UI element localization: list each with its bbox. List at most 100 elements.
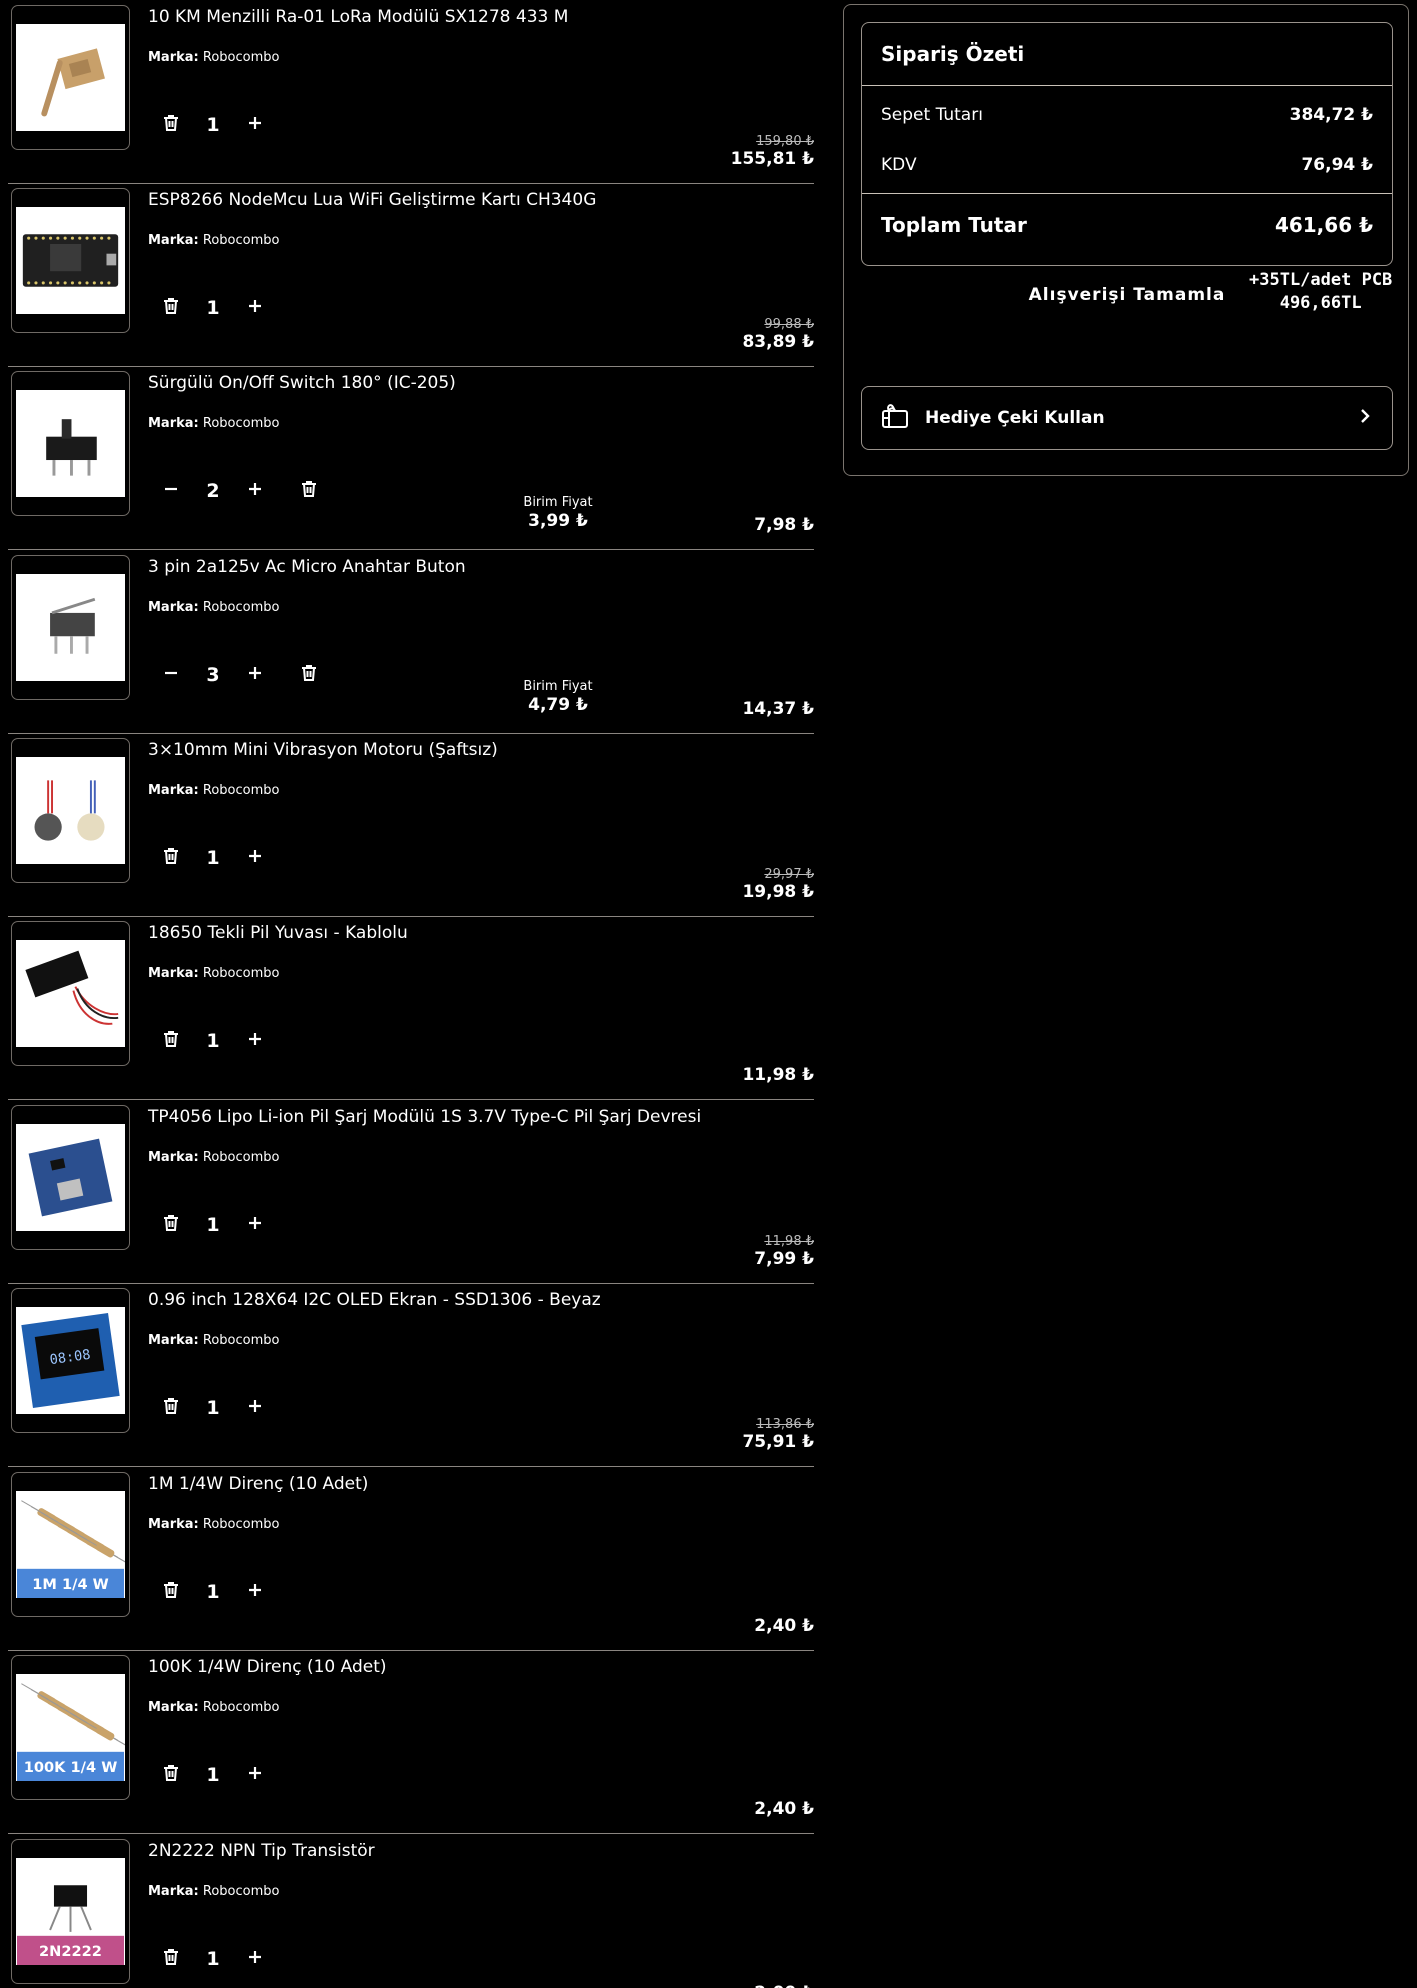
product-brand: Marka: Robocombo [148,1150,279,1165]
delete-item-button[interactable] [158,1212,184,1238]
product-thumbnail[interactable] [11,188,130,333]
brand-label: Marka: [148,233,199,248]
brand-label: Marka: [148,1700,199,1715]
product-thumbnail[interactable] [11,1105,130,1250]
increase-qty-button[interactable] [242,662,268,688]
cart-item: 3×10mm Mini Vibrasyon Motoru (Şaftsız) Ma… [8,733,814,917]
product-thumbnail[interactable]: 2N2222 [11,1839,130,1984]
delete-item-button[interactable] [158,1028,184,1054]
product-brand: Marka: Robocombo [148,1700,279,1715]
product-title[interactable]: 10 KM Menzilli Ra-01 LoRa Modülü SX1278 … [148,7,568,27]
increase-qty-button[interactable] [242,1762,268,1788]
product-title[interactable]: 0.96 inch 128X64 I2C OLED Ekran - SSD130… [148,1290,601,1310]
chevron-right-icon [1356,407,1374,429]
delete-item-button[interactable] [296,478,322,504]
product-title[interactable]: 100K 1/4W Direnç (10 Adet) [148,1657,387,1677]
product-thumbnail[interactable] [11,921,130,1066]
product-title[interactable]: 3×10mm Mini Vibrasyon Motoru (Şaftsız) [148,740,498,760]
product-title[interactable]: ESP8266 NodeMcu Lua WiFi Geliştirme Kart… [148,190,596,210]
nodemcu-board-image [16,207,125,314]
charger-module-image [16,1124,125,1231]
increase-qty-button[interactable] [242,1212,268,1238]
product-thumbnail[interactable] [11,738,130,883]
brand-value: Robocombo [202,1333,280,1348]
product-thumbnail[interactable] [11,5,130,150]
delete-item-button[interactable] [158,1762,184,1788]
product-title[interactable]: 1M 1/4W Direnç (10 Adet) [148,1474,368,1494]
delete-item-button[interactable] [158,1579,184,1605]
brand-label: Marka: [148,1884,199,1899]
trash-icon [160,1212,182,1238]
gift-voucher-button[interactable]: Hediye Çeki Kullan [861,386,1393,450]
product-thumbnail[interactable]: 100K 1/4 W [11,1655,130,1800]
increase-qty-button[interactable] [242,1028,268,1054]
delete-item-button[interactable] [158,112,184,138]
unit-price-label: Birim Fiyat [523,495,593,510]
product-title[interactable]: TP4056 Lipo Li-ion Pil Şarj Modülü 1S 3.… [148,1107,701,1127]
delete-item-button[interactable] [158,295,184,321]
product-brand: Marka: Robocombo [148,1517,279,1532]
brand-label: Marka: [148,1333,199,1348]
product-brand: Marka: Robocombo [148,416,279,431]
product-image-text: 2N2222 [39,1943,102,1960]
quantity-value: 3 [206,664,220,686]
product-brand: Marka: Robocombo [148,600,279,615]
increase-qty-button[interactable] [242,478,268,504]
cart-item: 1M 1/4 W 1M 1/4W Direnç (10 Adet) Marka: R… [8,1467,814,1651]
resistor-100k-image: 100K 1/4 W [16,1674,125,1781]
product-thumbnail[interactable] [11,555,130,700]
price-block: 2,00 ₺ [754,1983,814,1988]
product-title[interactable]: 2N2222 NPN Tip Transistör [148,1841,375,1861]
brand-value: Robocombo [202,1884,280,1899]
decrease-qty-button[interactable] [158,662,184,688]
plus-icon [244,1395,266,1421]
tax-row: KDV 76,94 ₺ [862,140,1392,190]
product-brand: Marka: Robocombo [148,783,279,798]
product-image-text: 100K 1/4 W [24,1759,118,1776]
cart-item: ESP8266 NodeMcu Lua WiFi Geliştirme Kart… [8,183,814,367]
product-thumbnail[interactable]: 08:08 [11,1288,130,1433]
cart-item: 3 pin 2a125v Ac Micro Anahtar Buton Marka… [8,550,814,734]
complete-order-button[interactable]: Alışverişi Tamamla [861,285,1393,305]
total-row: Toplam Tutar 461,66 ₺ [862,193,1392,256]
increase-qty-button[interactable] [242,295,268,321]
old-price: 11,98 ₺ [764,1234,814,1249]
price-block: 99,88 ₺ 83,89 ₺ [742,317,814,352]
product-title[interactable]: 3 pin 2a125v Ac Micro Anahtar Buton [148,557,466,577]
delete-item-button[interactable] [158,1946,184,1972]
trash-icon [160,1579,182,1605]
subtotal-row: Sepet Tutarı 384,72 ₺ [862,90,1392,140]
increase-qty-button[interactable] [242,1395,268,1421]
plus-icon [244,1762,266,1788]
product-thumbnail[interactable] [11,371,130,516]
trash-icon [160,845,182,871]
price-block: 29,97 ₺ 19,98 ₺ [742,867,814,902]
current-price: 155,81 ₺ [730,149,814,169]
subtotal-label: Sepet Tutarı [881,105,983,125]
quantity-value: 1 [206,1764,220,1786]
price-block: 14,37 ₺ [742,699,814,719]
increase-qty-button[interactable] [242,1579,268,1605]
increase-qty-button[interactable] [242,1946,268,1972]
current-price: 2,00 ₺ [754,1983,814,1988]
increase-qty-button[interactable] [242,845,268,871]
delete-item-button[interactable] [158,845,184,871]
delete-item-button[interactable] [158,1395,184,1421]
increase-qty-button[interactable] [242,112,268,138]
product-image-text: 1M 1/4 W [32,1576,108,1593]
unit-price-value: 3,99 ₺ [528,511,588,531]
unit-price: Birim Fiyat 4,79 ₺ [503,679,613,715]
gift-icon [880,401,910,435]
quantity-value: 1 [206,1030,220,1052]
product-title[interactable]: Sürgülü On/Off Switch 180° (IC-205) [148,373,456,393]
decrease-qty-button[interactable] [158,478,184,504]
lora-module-image [16,24,125,131]
old-price: 99,88 ₺ [764,317,814,332]
product-title[interactable]: 18650 Tekli Pil Yuvası - Kablolu [148,923,408,943]
delete-item-button[interactable] [296,662,322,688]
product-thumbnail[interactable]: 1M 1/4 W [11,1472,130,1617]
current-price: 2,40 ₺ [754,1616,814,1636]
brand-label: Marka: [148,783,199,798]
cart-item: TP4056 Lipo Li-ion Pil Şarj Modülü 1S 3.… [8,1100,814,1284]
minus-icon [160,478,182,504]
